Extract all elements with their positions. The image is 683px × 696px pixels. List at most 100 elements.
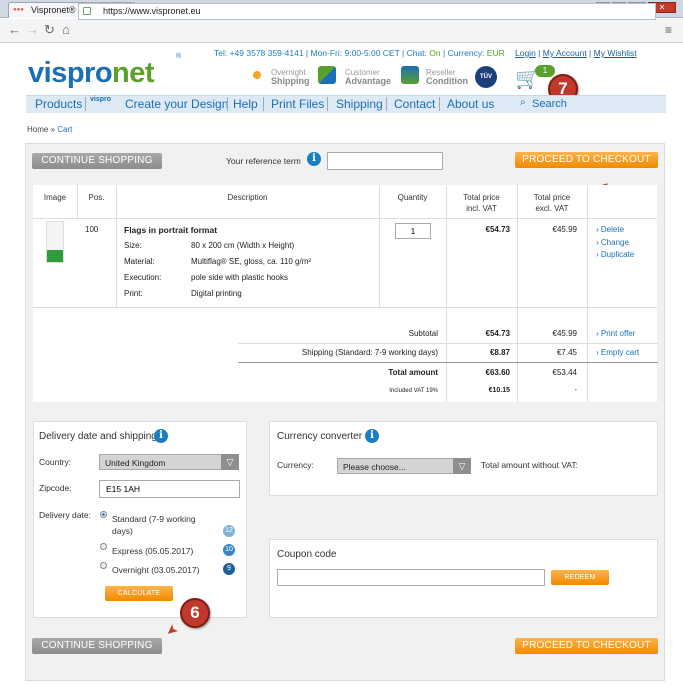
- back-icon[interactable]: ←: [8, 22, 21, 37]
- breadcrumb-sep: »: [50, 125, 56, 134]
- continue-shopping-button-bottom[interactable]: CONTINUE SHOPPING: [32, 638, 162, 654]
- option-standard-label[interactable]: Standard (7-9 working days): [112, 513, 196, 537]
- summary-divider: [238, 362, 658, 363]
- table-divider: [116, 185, 117, 307]
- zipcode-input[interactable]: [99, 480, 240, 498]
- country-select[interactable]: United Kingdom: [99, 454, 239, 470]
- currency-select-label: Currency:: [277, 460, 314, 470]
- currency-converter-title: Currency converter: [277, 431, 363, 442]
- duplicate-link[interactable]: › Duplicate: [596, 250, 634, 259]
- calculate-button[interactable]: CALCULATE: [105, 586, 173, 601]
- spec-label: Execution:: [124, 273, 162, 282]
- spec-label: Print:: [124, 289, 143, 298]
- coupon-title: Coupon code: [277, 549, 337, 560]
- home-icon[interactable]: ⌂: [62, 22, 70, 37]
- country-label: Country:: [39, 457, 72, 467]
- table-divider: [587, 185, 588, 402]
- vispro-design-logo: vispro: [90, 96, 112, 103]
- nav-shipping[interactable]: Shipping: [336, 97, 383, 111]
- reload-icon[interactable]: ↻: [44, 22, 55, 38]
- subtotal-label: Subtotal: [408, 329, 438, 338]
- breadcrumb-home[interactable]: Home: [27, 125, 48, 134]
- summary-divider: [238, 343, 658, 344]
- radio-standard[interactable]: [100, 511, 107, 518]
- spec-label: Material:: [124, 257, 155, 266]
- empty-cart-link[interactable]: › Empty cart: [596, 348, 639, 357]
- nav-help[interactable]: Help: [233, 97, 258, 111]
- reference-label: Your reference term: [226, 156, 301, 166]
- col-total-excl: Total price excl. VAT: [533, 193, 571, 213]
- table-divider: [379, 185, 380, 307]
- nav-create-design[interactable]: Create your Design: [125, 97, 228, 111]
- chevron-down-icon[interactable]: ▽: [221, 454, 239, 470]
- reseller-condition-icon: [401, 66, 419, 84]
- delivery-title: Delivery date and shipping: [39, 431, 157, 442]
- login-link[interactable]: Login: [515, 48, 536, 58]
- print-offer-link[interactable]: › Print offer: [596, 329, 635, 338]
- forward-icon[interactable]: →: [26, 22, 39, 37]
- zipcode-label: Zipcode:: [39, 483, 72, 493]
- breadcrumb-cart: Cart: [57, 125, 73, 134]
- proceed-checkout-button-top[interactable]: PROCEED TO CHECKOUT: [515, 152, 658, 168]
- phone-text: Tel: +49 3578 359-4141: [214, 48, 304, 58]
- chevron-down-icon[interactable]: ▽: [453, 458, 471, 474]
- my-account-link[interactable]: My Account: [543, 48, 587, 58]
- delivery-date-label: Delivery date:: [39, 510, 91, 520]
- reference-input[interactable]: [327, 152, 443, 170]
- coupon-input[interactable]: [277, 569, 545, 586]
- currency-select[interactable]: Please choose...: [337, 458, 471, 474]
- nav-separator: [386, 97, 387, 111]
- days-badge-overnight: 9: [223, 563, 235, 575]
- radio-overnight[interactable]: [100, 562, 107, 569]
- nav-contact[interactable]: Contact: [394, 97, 435, 111]
- my-wishlist-link[interactable]: My Wishlist: [594, 48, 637, 58]
- feature-customer[interactable]: Customer Advantage: [345, 68, 391, 86]
- proceed-checkout-button-bottom[interactable]: PROCEED TO CHECKOUT: [515, 638, 658, 654]
- nav-separator: [327, 97, 328, 111]
- radio-express[interactable]: [100, 543, 107, 550]
- spec-value: pole side with plastic hooks: [191, 273, 288, 282]
- url-input[interactable]: https://www.vispronet.eu: [78, 3, 656, 20]
- nav-about-us[interactable]: About us: [447, 97, 494, 111]
- option-overnight-label[interactable]: Overnight (03.05.2017): [112, 565, 199, 575]
- delete-link[interactable]: › Delete: [596, 225, 624, 234]
- shipping-excl: €7.45: [556, 348, 577, 357]
- continue-shopping-button[interactable]: CONTINUE SHOPPING: [32, 153, 162, 169]
- nav-products[interactable]: Products: [35, 97, 82, 111]
- col-total-incl: Total price incl. VAT: [463, 193, 500, 213]
- total-excl: €53.44: [552, 368, 577, 377]
- item-title[interactable]: Flags in portrait format: [124, 225, 217, 235]
- delivery-info-icon[interactable]: i: [154, 429, 168, 443]
- nav-print-files[interactable]: Print Files: [271, 97, 324, 111]
- spec-value: Digital printing: [191, 289, 242, 298]
- shipping-incl: €8.87: [489, 348, 510, 357]
- quantity-input[interactable]: [395, 223, 431, 239]
- browser-menu-icon[interactable]: ≡: [665, 23, 672, 37]
- currency-value[interactable]: EUR: [487, 48, 505, 58]
- top-contact-bar: Tel: +49 3578 359-4141 | Mon-Fri: 9:00-5…: [214, 48, 505, 58]
- feature-overnight[interactable]: Overnight Shipping: [271, 68, 310, 86]
- reference-info-icon[interactable]: i: [307, 152, 321, 166]
- overnight-shipping-icon: [248, 66, 266, 84]
- currency-label: Currency:: [447, 48, 485, 58]
- nav-separator: [439, 97, 440, 111]
- nav-separator: [85, 97, 86, 111]
- currency-select-value: Please choose...: [343, 462, 406, 472]
- site-logo[interactable]: vispronet: [28, 57, 155, 90]
- product-thumbnail[interactable]: [46, 221, 64, 263]
- col-description: Description: [227, 193, 268, 202]
- change-link[interactable]: › Change: [596, 238, 629, 247]
- feature-reseller[interactable]: Reseller Condition: [426, 68, 468, 86]
- table-divider: [33, 218, 657, 219]
- currency-info-icon[interactable]: i: [365, 429, 379, 443]
- option-express-label[interactable]: Express (05.05.2017): [112, 546, 193, 556]
- tuv-seal-icon: TÜV: [475, 66, 497, 88]
- chat-status[interactable]: On: [429, 48, 440, 58]
- item-pos: 100: [85, 225, 99, 234]
- col-pos: Pos.: [88, 193, 105, 202]
- search-field[interactable]: Search: [514, 95, 666, 113]
- tab-favicon-icon: ●●●: [13, 7, 24, 13]
- col-quantity: Quantity: [397, 193, 428, 202]
- redeem-button[interactable]: REDEEM: [551, 570, 609, 585]
- shipping-label: Shipping (Standard: 7-9 working days): [301, 348, 438, 357]
